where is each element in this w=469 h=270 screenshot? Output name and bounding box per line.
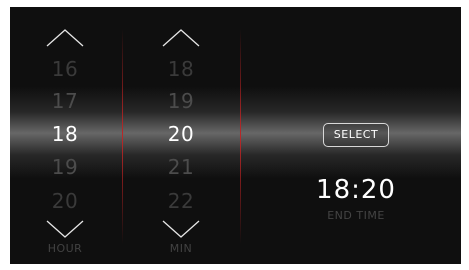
minute-option[interactable]: 22 [151,189,211,213]
minute-option[interactable]: 18 [151,57,211,81]
minute-up-chevron-icon[interactable] [151,28,211,50]
hour-selected-value[interactable]: 18 [35,122,95,146]
end-time-value: 18:20 [316,175,396,205]
minute-selected-value[interactable]: 20 [151,122,211,146]
end-time-picker-screen: 16 17 18 19 20 HOUR 18 19 20 21 22 MIN S… [10,7,461,264]
hour-option[interactable]: 19 [35,155,95,179]
minute-option[interactable]: 21 [151,155,211,179]
select-button[interactable]: SELECT [323,123,389,147]
minute-picker[interactable]: 18 19 20 21 22 MIN [151,7,211,264]
minute-label: MIN [169,242,193,255]
hour-option[interactable]: 20 [35,189,95,213]
hour-label: HOUR [47,242,83,255]
column-divider [240,29,241,244]
minute-option[interactable]: 19 [151,89,211,113]
hour-up-chevron-icon[interactable] [35,28,95,50]
column-divider [122,29,123,244]
end-time-label: END TIME [327,209,385,222]
hour-option[interactable]: 17 [35,89,95,113]
hour-picker[interactable]: 16 17 18 19 20 HOUR [35,7,95,264]
hour-option[interactable]: 16 [35,57,95,81]
minute-down-chevron-icon[interactable] [151,219,211,241]
hour-down-chevron-icon[interactable] [35,219,95,241]
